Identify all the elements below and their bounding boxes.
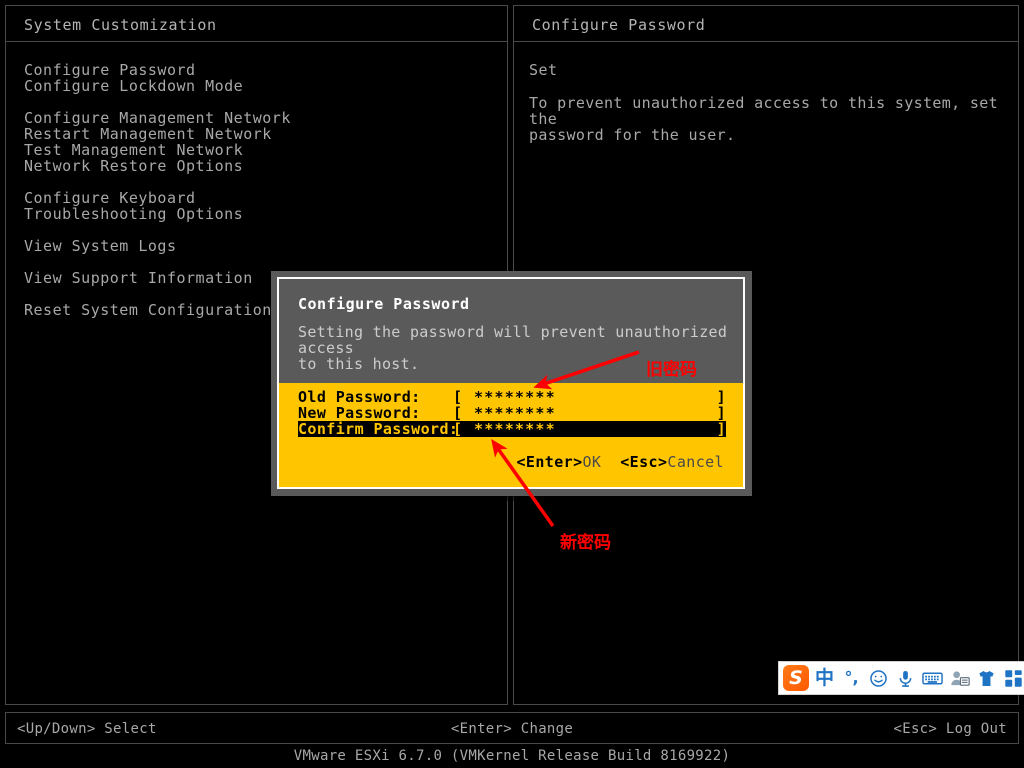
confirm-password-input[interactable]: ******** xyxy=(474,421,556,437)
actions-spacer xyxy=(601,453,620,471)
new-password-label: New Password: xyxy=(298,404,421,422)
menu-item-configure-keyboard[interactable]: Configure Keyboard xyxy=(24,190,484,206)
status-change-key: <Enter> xyxy=(450,721,512,737)
status-change[interactable]: <Enter> Change xyxy=(451,721,573,737)
confirm-password-bracket-open: [ xyxy=(453,420,463,438)
menu-group: Configure Password Configure Lockdown Mo… xyxy=(24,62,484,94)
punctuation-mode-glyph: °, xyxy=(844,668,859,687)
old-password-annotation-text: 旧密码 xyxy=(646,360,697,380)
menu-item-restart-management-network[interactable]: Restart Management Network xyxy=(24,126,484,142)
punctuation-mode-icon[interactable]: °, xyxy=(838,663,865,693)
old-password-input[interactable]: ******** xyxy=(474,389,556,405)
cancel-label[interactable]: Cancel xyxy=(667,453,724,471)
old-password-bracket-close: ] xyxy=(716,388,726,406)
new-password-row[interactable]: New Password: [ ******** ] xyxy=(298,405,726,421)
menu-group: Configure Keyboard Troubleshooting Optio… xyxy=(24,190,484,222)
menu-item-network-restore-options[interactable]: Network Restore Options xyxy=(24,158,484,174)
status-select-key: <Up/Down> xyxy=(17,721,96,737)
chinese-mode-glyph: 中 xyxy=(814,666,834,689)
detail-content: Set To prevent unauthorized access to th… xyxy=(529,62,999,143)
dialog-frame: Configure Password Setting the password … xyxy=(277,277,745,489)
configure-password-dialog: Configure Password Setting the password … xyxy=(271,271,752,496)
status-bar: <Up/Down> Select <Enter> Change <Esc> Lo… xyxy=(5,712,1019,744)
apps-grid-icon[interactable] xyxy=(1000,663,1024,693)
confirm-password-row[interactable]: Confirm Password: [ ******** ] xyxy=(298,421,726,437)
new-password-bracket-open: [ xyxy=(453,404,463,422)
status-logout-label: Log Out xyxy=(945,721,1007,737)
old-password-label: Old Password: xyxy=(298,388,421,406)
esxi-dcui-screen: System Customization Configure Password … xyxy=(0,0,1024,768)
detail-description: To prevent unauthorized access to this s… xyxy=(529,94,999,144)
status-change-label: Change xyxy=(520,721,574,737)
status-logout-key: <Esc> xyxy=(893,721,938,737)
confirm-password-bracket-close: ] xyxy=(716,420,726,438)
sogou-logo-icon[interactable]: S xyxy=(781,663,811,693)
detail-subtitle: Set xyxy=(529,61,558,79)
sogou-logo-glyph: S xyxy=(783,665,809,691)
detail-pane-divider xyxy=(514,41,1018,42)
menu-item-configure-management-network[interactable]: Configure Management Network xyxy=(24,110,484,126)
menu-group: View System Logs xyxy=(24,238,484,254)
new-password-annotation-text: 新密码 xyxy=(560,533,611,553)
status-change-spacer xyxy=(512,721,521,737)
status-select-spacer xyxy=(96,721,105,737)
menu-item-view-system-logs[interactable]: View System Logs xyxy=(24,238,484,254)
chinese-mode-icon[interactable]: 中 xyxy=(811,663,838,693)
new-password-input[interactable]: ******** xyxy=(474,405,556,421)
sogou-ime-toolbar[interactable]: S 中 °, xyxy=(778,661,1024,695)
old-password-bracket-open: [ xyxy=(453,388,463,406)
status-select[interactable]: <Up/Down> Select xyxy=(17,721,157,737)
left-pane-title: System Customization xyxy=(24,16,217,34)
esxi-version-line: VMware ESXi 6.7.0 (VMKernel Release Buil… xyxy=(293,748,731,764)
left-pane-divider xyxy=(6,41,507,42)
dialog-actions: <Enter>OK <Esc>Cancel xyxy=(516,453,724,471)
user-card-icon[interactable] xyxy=(946,663,973,693)
status-logout-spacer xyxy=(937,721,946,737)
status-logout[interactable]: <Esc> Log Out xyxy=(894,721,1008,737)
menu-item-configure-password[interactable]: Configure Password xyxy=(24,62,484,78)
menu-group: Configure Management Network Restart Man… xyxy=(24,110,484,174)
password-form: Old Password: [ ******** ] New Password:… xyxy=(279,383,743,487)
menu-item-configure-lockdown-mode[interactable]: Configure Lockdown Mode xyxy=(24,78,484,94)
new-password-bracket-close: ] xyxy=(716,404,726,422)
microphone-icon[interactable] xyxy=(892,663,919,693)
ok-label[interactable]: OK xyxy=(583,453,602,471)
keyboard-icon[interactable] xyxy=(919,663,946,693)
cancel-key[interactable]: <Esc> xyxy=(620,453,667,471)
confirm-password-label: Confirm Password: xyxy=(298,420,459,438)
emoji-icon[interactable] xyxy=(865,663,892,693)
menu-item-troubleshooting-options[interactable]: Troubleshooting Options xyxy=(24,206,484,222)
skin-icon[interactable] xyxy=(973,663,1000,693)
dialog-title: Configure Password xyxy=(298,295,470,313)
detail-pane-title: Configure Password xyxy=(532,16,706,34)
status-select-label: Select xyxy=(104,721,157,737)
old-password-row[interactable]: Old Password: [ ******** ] xyxy=(298,389,726,405)
menu-item-test-management-network[interactable]: Test Management Network xyxy=(24,142,484,158)
ok-key[interactable]: <Enter> xyxy=(516,453,582,471)
